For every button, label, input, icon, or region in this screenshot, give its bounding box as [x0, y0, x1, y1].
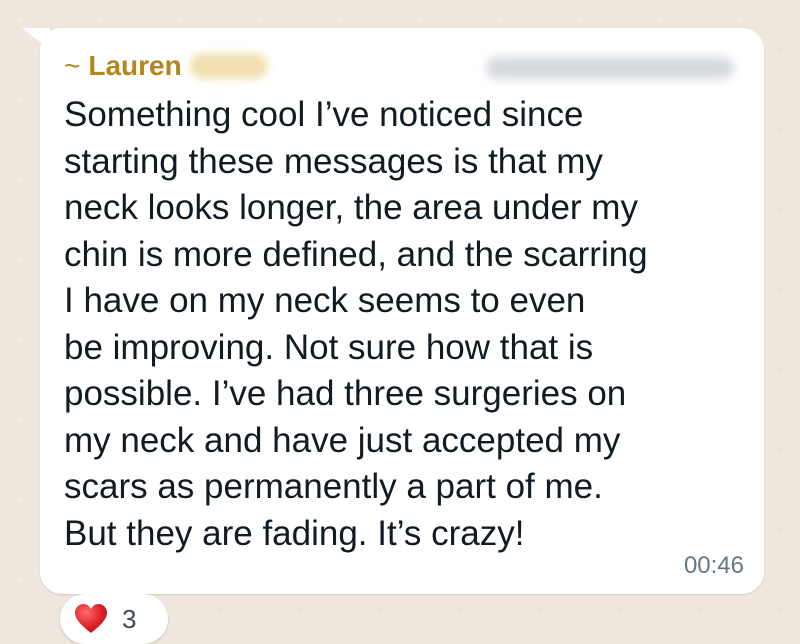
message-timestamp: 00:46 — [683, 552, 744, 579]
blurred-last-name — [189, 53, 268, 79]
reaction-badge[interactable]: 3 — [60, 594, 168, 644]
sender-prefix: ~ — [64, 50, 81, 81]
message-text: Something cool I’ve noticed since starti… — [64, 95, 648, 553]
message-bubble[interactable]: ~ Lauren Something cool I’ve noticed sin… — [40, 28, 764, 594]
sender-first-name: Lauren — [88, 50, 182, 81]
sender-row: ~ Lauren — [64, 46, 734, 86]
blurred-phone-number — [486, 57, 734, 79]
reaction-count: 3 — [122, 603, 137, 634]
sender-name[interactable]: ~ Lauren — [64, 50, 268, 82]
heart-icon — [75, 604, 107, 633]
